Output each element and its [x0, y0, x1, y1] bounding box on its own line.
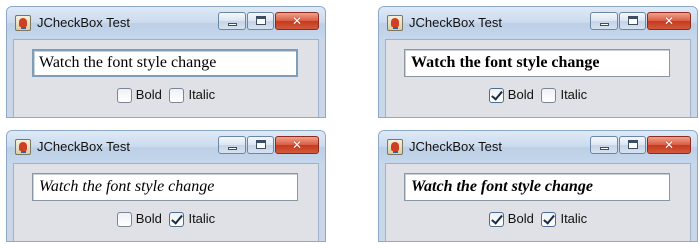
close-button[interactable]: ✕	[275, 136, 319, 154]
checkbox-row: Bold Italic	[386, 210, 690, 230]
bold-checkbox[interactable]: Bold	[488, 210, 534, 228]
window-title: JCheckBox Test	[37, 15, 130, 30]
minimize-button[interactable]	[590, 136, 618, 154]
close-icon: ✕	[291, 14, 303, 28]
content-pane: Watch the font style change Bold Italic	[385, 39, 691, 117]
checkbox-checked-icon[interactable]	[488, 87, 504, 103]
checkbox-checked-icon[interactable]	[488, 211, 504, 227]
minimize-button[interactable]	[218, 136, 246, 154]
checkbox-box-icon[interactable]	[116, 211, 132, 227]
java-cup-icon[interactable]	[15, 15, 31, 31]
italic-checkbox[interactable]: Italic	[169, 86, 215, 104]
italic-checkbox[interactable]: Italic	[169, 210, 215, 228]
content-pane: Watch the font style change Bold Italic	[385, 163, 691, 241]
checkbox-checked-icon[interactable]	[541, 211, 557, 227]
italic-checkbox[interactable]: Italic	[541, 210, 587, 228]
close-icon: ✕	[663, 14, 675, 28]
checkbox-row: Bold Italic	[14, 210, 318, 230]
minimize-icon	[600, 23, 609, 26]
text-field[interactable]: Watch the font style change	[32, 173, 298, 201]
title-bar[interactable]: JCheckBox Test ✕	[379, 131, 697, 163]
maximize-icon	[628, 16, 638, 25]
maximize-button[interactable]	[619, 136, 646, 154]
jcheckbox-test-window: JCheckBox Test ✕ Watch the font style ch…	[6, 6, 326, 118]
java-cup-icon[interactable]	[15, 139, 31, 155]
window-title: JCheckBox Test	[37, 139, 130, 154]
checkbox-box-icon[interactable]	[169, 87, 185, 103]
minimize-icon	[228, 147, 237, 150]
minimize-icon	[228, 23, 237, 26]
maximize-icon	[256, 16, 266, 25]
bold-label: Bold	[135, 211, 162, 226]
maximize-button[interactable]	[247, 136, 274, 154]
close-button[interactable]: ✕	[647, 136, 691, 154]
maximize-icon	[256, 140, 266, 149]
bold-checkbox[interactable]: Bold	[116, 210, 162, 228]
bold-label: Bold	[507, 211, 534, 226]
jcheckbox-test-window: JCheckBox Test ✕ Watch the font style ch…	[378, 130, 698, 242]
content-pane: Watch the font style change Bold Italic	[13, 39, 319, 117]
checkbox-row: Bold Italic	[14, 86, 318, 106]
window-title: JCheckBox Test	[409, 15, 502, 30]
minimize-button[interactable]	[218, 12, 246, 30]
close-button[interactable]: ✕	[275, 12, 319, 30]
jcheckbox-test-window: JCheckBox Test ✕ Watch the font style ch…	[6, 130, 326, 242]
title-bar[interactable]: JCheckBox Test ✕	[7, 7, 325, 39]
close-icon: ✕	[291, 138, 303, 152]
window-title: JCheckBox Test	[409, 139, 502, 154]
checkbox-box-icon[interactable]	[116, 87, 132, 103]
title-bar[interactable]: JCheckBox Test ✕	[379, 7, 697, 39]
italic-checkbox[interactable]: Italic	[541, 86, 587, 104]
content-pane: Watch the font style change Bold Italic	[13, 163, 319, 241]
close-icon: ✕	[663, 138, 675, 152]
maximize-button[interactable]	[619, 12, 646, 30]
close-button[interactable]: ✕	[647, 12, 691, 30]
java-cup-icon[interactable]	[387, 15, 403, 31]
bold-checkbox[interactable]: Bold	[488, 86, 534, 104]
checkbox-row: Bold Italic	[386, 86, 690, 106]
bold-checkbox[interactable]: Bold	[116, 86, 162, 104]
bold-label: Bold	[507, 87, 534, 102]
text-field[interactable]: Watch the font style change	[32, 49, 298, 77]
text-field[interactable]: Watch the font style change	[404, 49, 670, 77]
maximize-icon	[628, 140, 638, 149]
maximize-button[interactable]	[247, 12, 274, 30]
minimize-button[interactable]	[590, 12, 618, 30]
italic-label: Italic	[188, 211, 216, 226]
italic-label: Italic	[560, 87, 588, 102]
checkbox-box-icon[interactable]	[541, 87, 557, 103]
bold-label: Bold	[135, 87, 162, 102]
italic-label: Italic	[188, 87, 216, 102]
title-bar[interactable]: JCheckBox Test ✕	[7, 131, 325, 163]
jcheckbox-test-window: JCheckBox Test ✕ Watch the font style ch…	[378, 6, 698, 118]
text-field[interactable]: Watch the font style change	[404, 173, 670, 201]
java-cup-icon[interactable]	[387, 139, 403, 155]
minimize-icon	[600, 147, 609, 150]
checkbox-checked-icon[interactable]	[169, 211, 185, 227]
italic-label: Italic	[560, 211, 588, 226]
